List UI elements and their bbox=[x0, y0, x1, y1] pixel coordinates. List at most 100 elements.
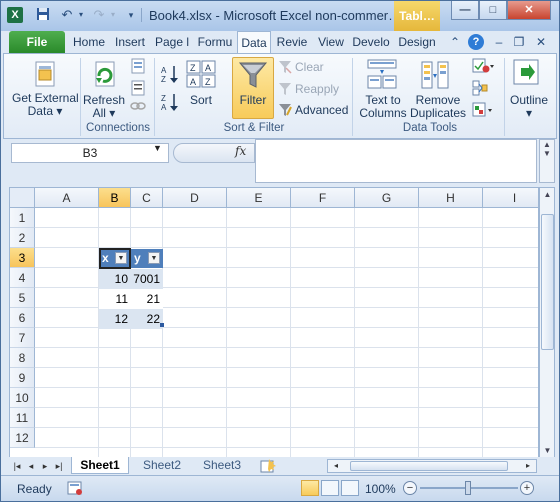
scroll-down-icon[interactable]: ▼ bbox=[541, 444, 554, 458]
filter-dropdown-icon[interactable]: ▼ bbox=[148, 252, 160, 264]
row-header-8[interactable]: 8 bbox=[10, 348, 35, 368]
last-sheet-icon[interactable]: ▸| bbox=[53, 459, 65, 473]
remove-duplicates-icon[interactable] bbox=[420, 60, 450, 93]
help-icon[interactable]: ? bbox=[468, 34, 484, 50]
first-sheet-icon[interactable]: |◂ bbox=[11, 459, 23, 473]
sheet-tab-sheet2[interactable]: Sheet2 bbox=[133, 457, 191, 474]
sort-a-to-z-icon[interactable]: AZ bbox=[160, 64, 180, 87]
column-header-i[interactable]: I bbox=[483, 188, 538, 208]
row-header-7[interactable]: 7 bbox=[10, 328, 35, 348]
scroll-right-icon[interactable]: ▸ bbox=[522, 460, 534, 472]
column-header-f[interactable]: F bbox=[291, 188, 355, 208]
save-icon[interactable] bbox=[35, 7, 51, 23]
row-header-9[interactable]: 9 bbox=[10, 368, 35, 388]
row-header-6[interactable]: 6 bbox=[10, 308, 35, 328]
outline-icon[interactable] bbox=[512, 58, 540, 89]
scroll-left-icon[interactable]: ◂ bbox=[330, 460, 342, 472]
cell-c6[interactable]: 22 bbox=[131, 309, 160, 329]
redo-dropdown-icon[interactable]: ▾ bbox=[105, 7, 121, 23]
column-header-d[interactable]: D bbox=[163, 188, 227, 208]
workbook-restore-icon[interactable]: ❐ bbox=[511, 34, 527, 50]
tab-design[interactable]: Design bbox=[394, 31, 440, 53]
reapply-button[interactable]: Reapply bbox=[295, 82, 339, 96]
name-box-dropdown-icon[interactable]: ▼ bbox=[153, 143, 162, 153]
zoom-in-icon[interactable]: + bbox=[520, 481, 534, 495]
tab-view[interactable]: View bbox=[313, 31, 349, 53]
vertical-scrollbar[interactable]: ▲ ▼ bbox=[539, 187, 555, 459]
close-button[interactable]: ✕ bbox=[507, 1, 551, 20]
properties-icon[interactable] bbox=[130, 80, 146, 99]
zoom-out-icon[interactable]: − bbox=[403, 481, 417, 495]
table-tools-contextual-tab[interactable]: Tabl… bbox=[394, 1, 440, 31]
cell-b6[interactable]: 12 bbox=[99, 309, 128, 329]
cell-b4[interactable]: 10 bbox=[99, 269, 128, 289]
vertical-scroll-thumb[interactable] bbox=[541, 214, 554, 350]
row-header-5[interactable]: 5 bbox=[10, 288, 35, 308]
refresh-all-button[interactable]: Refresh All ▾ bbox=[82, 94, 126, 120]
select-all-corner[interactable] bbox=[10, 188, 35, 208]
advanced-button[interactable]: Advanced bbox=[295, 103, 348, 117]
row-header-2[interactable]: 2 bbox=[10, 228, 35, 248]
row-header-4[interactable]: 4 bbox=[10, 268, 35, 288]
workbook-minimize-icon[interactable]: – bbox=[491, 34, 507, 50]
name-box[interactable]: B3 bbox=[11, 143, 169, 163]
sheet-tab-sheet3[interactable]: Sheet3 bbox=[193, 457, 251, 474]
column-header-c[interactable]: C bbox=[131, 188, 163, 208]
page-break-preview-icon[interactable] bbox=[341, 480, 359, 496]
row-header-11[interactable]: 11 bbox=[10, 408, 35, 428]
formula-bar-expand-icon[interactable]: ▲ ▼ bbox=[539, 139, 555, 183]
row-header-3[interactable]: 3 bbox=[10, 248, 35, 268]
worksheet-grid[interactable]: ABCDEFGHI 1 2 3 4 5 6 7 8 9 10 11 12 x ▼ y ▼ 10 700… bbox=[9, 187, 539, 459]
remove-duplicates-button[interactable]: Remove Duplicates bbox=[408, 94, 468, 120]
table-resize-handle[interactable] bbox=[160, 323, 164, 327]
next-sheet-icon[interactable]: ▸ bbox=[39, 459, 51, 473]
insert-function-icon[interactable]: fx bbox=[235, 144, 246, 158]
row-header-1[interactable]: 1 bbox=[10, 208, 35, 228]
sort-z-to-a-icon[interactable]: ZA bbox=[160, 92, 180, 115]
consolidate-icon[interactable] bbox=[472, 80, 488, 99]
tab-home[interactable]: Home bbox=[69, 31, 109, 53]
minimize-button[interactable]: — bbox=[451, 1, 479, 20]
get-external-data-button[interactable]: Get External Data ▾ bbox=[12, 92, 79, 118]
column-header-b[interactable]: B bbox=[99, 188, 131, 208]
column-header-e[interactable]: E bbox=[227, 188, 291, 208]
prev-sheet-icon[interactable]: ◂ bbox=[25, 459, 37, 473]
tab-developer[interactable]: Develo bbox=[351, 31, 391, 53]
cell-b5[interactable]: 11 bbox=[99, 289, 128, 309]
zoom-level[interactable]: 100% bbox=[365, 482, 396, 496]
data-validation-icon[interactable] bbox=[472, 58, 494, 77]
insert-worksheet-icon[interactable] bbox=[259, 458, 277, 476]
macro-recording-icon[interactable] bbox=[67, 480, 83, 499]
horizontal-scrollbar[interactable]: ◂ ▸ bbox=[327, 459, 537, 473]
cell-c5[interactable]: 21 bbox=[131, 289, 160, 309]
undo-dropdown-icon[interactable]: ▾ bbox=[73, 7, 89, 23]
column-header-h[interactable]: H bbox=[419, 188, 483, 208]
clear-button[interactable]: Clear bbox=[295, 60, 324, 74]
minimize-ribbon-icon[interactable]: ⌃ bbox=[447, 34, 463, 50]
tab-insert[interactable]: Insert bbox=[111, 31, 149, 53]
get-external-data-icon[interactable] bbox=[32, 60, 58, 93]
cell-c4[interactable]: 7001 bbox=[131, 269, 160, 289]
tab-data[interactable]: Data bbox=[237, 31, 271, 53]
row-header-12[interactable]: 12 bbox=[10, 428, 35, 448]
column-header-a[interactable]: A bbox=[35, 188, 99, 208]
customize-qat-icon[interactable]: ▾ bbox=[123, 7, 139, 23]
text-to-columns-icon[interactable] bbox=[366, 58, 398, 93]
row-header-10[interactable]: 10 bbox=[10, 388, 35, 408]
connections-icon[interactable] bbox=[130, 58, 146, 77]
tab-file[interactable]: File bbox=[9, 31, 65, 53]
tab-review[interactable]: Revie bbox=[273, 31, 311, 53]
text-to-columns-button[interactable]: Text to Columns bbox=[358, 94, 408, 120]
tab-page-layout[interactable]: Page l bbox=[151, 31, 193, 53]
what-if-analysis-icon[interactable] bbox=[472, 102, 494, 121]
sheet-tab-sheet1[interactable]: Sheet1 bbox=[71, 457, 129, 474]
scroll-up-icon[interactable]: ▲ bbox=[541, 188, 554, 202]
zoom-slider-thumb[interactable] bbox=[465, 481, 471, 495]
tab-formulas[interactable]: Formu bbox=[195, 31, 235, 53]
page-layout-view-icon[interactable] bbox=[321, 480, 339, 496]
column-header-g[interactable]: G bbox=[355, 188, 419, 208]
workbook-close-icon[interactable]: ✕ bbox=[533, 34, 549, 50]
sort-button[interactable]: Sort bbox=[184, 94, 218, 107]
refresh-all-icon[interactable] bbox=[90, 60, 118, 93]
sort-icon[interactable]: ZAAZ bbox=[186, 60, 216, 91]
